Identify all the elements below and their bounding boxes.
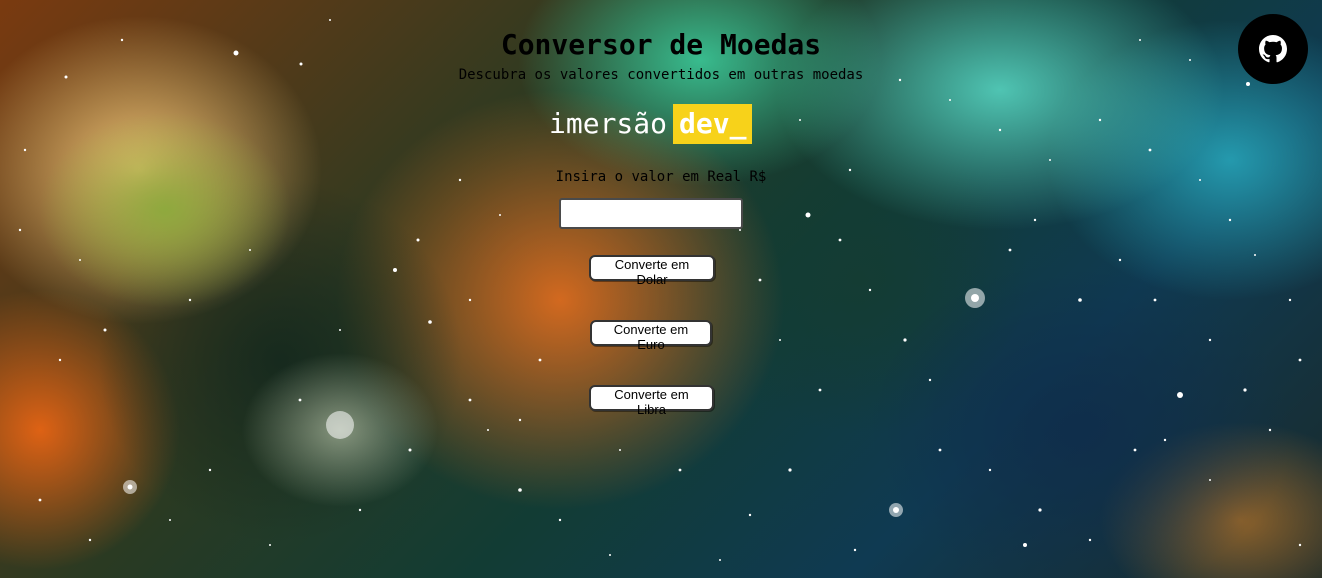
github-link-button[interactable]	[1238, 14, 1308, 84]
real-value-input[interactable]	[559, 198, 743, 229]
page-subtitle: Descubra os valores convertidos em outra…	[458, 67, 864, 83]
imersao-dev-logo: imersão dev_	[549, 104, 753, 144]
page-header: Conversor de Moedas Descubra os valores …	[0, 28, 1322, 84]
github-icon	[1259, 35, 1287, 63]
page-title: Conversor de Moedas	[500, 28, 822, 61]
convert-dollar-button[interactable]: Converte em Dolar	[589, 255, 715, 287]
logo-text-dev: dev_	[673, 104, 753, 144]
convert-euro-button[interactable]: Converte em Euro	[590, 320, 712, 352]
logo-text-imersao: imersão	[549, 107, 668, 140]
value-input-label: Insira o valor em Real R$	[555, 169, 767, 185]
starfield-background	[18, 19, 1302, 561]
convert-pound-button[interactable]: Converte em Libra	[589, 385, 714, 417]
